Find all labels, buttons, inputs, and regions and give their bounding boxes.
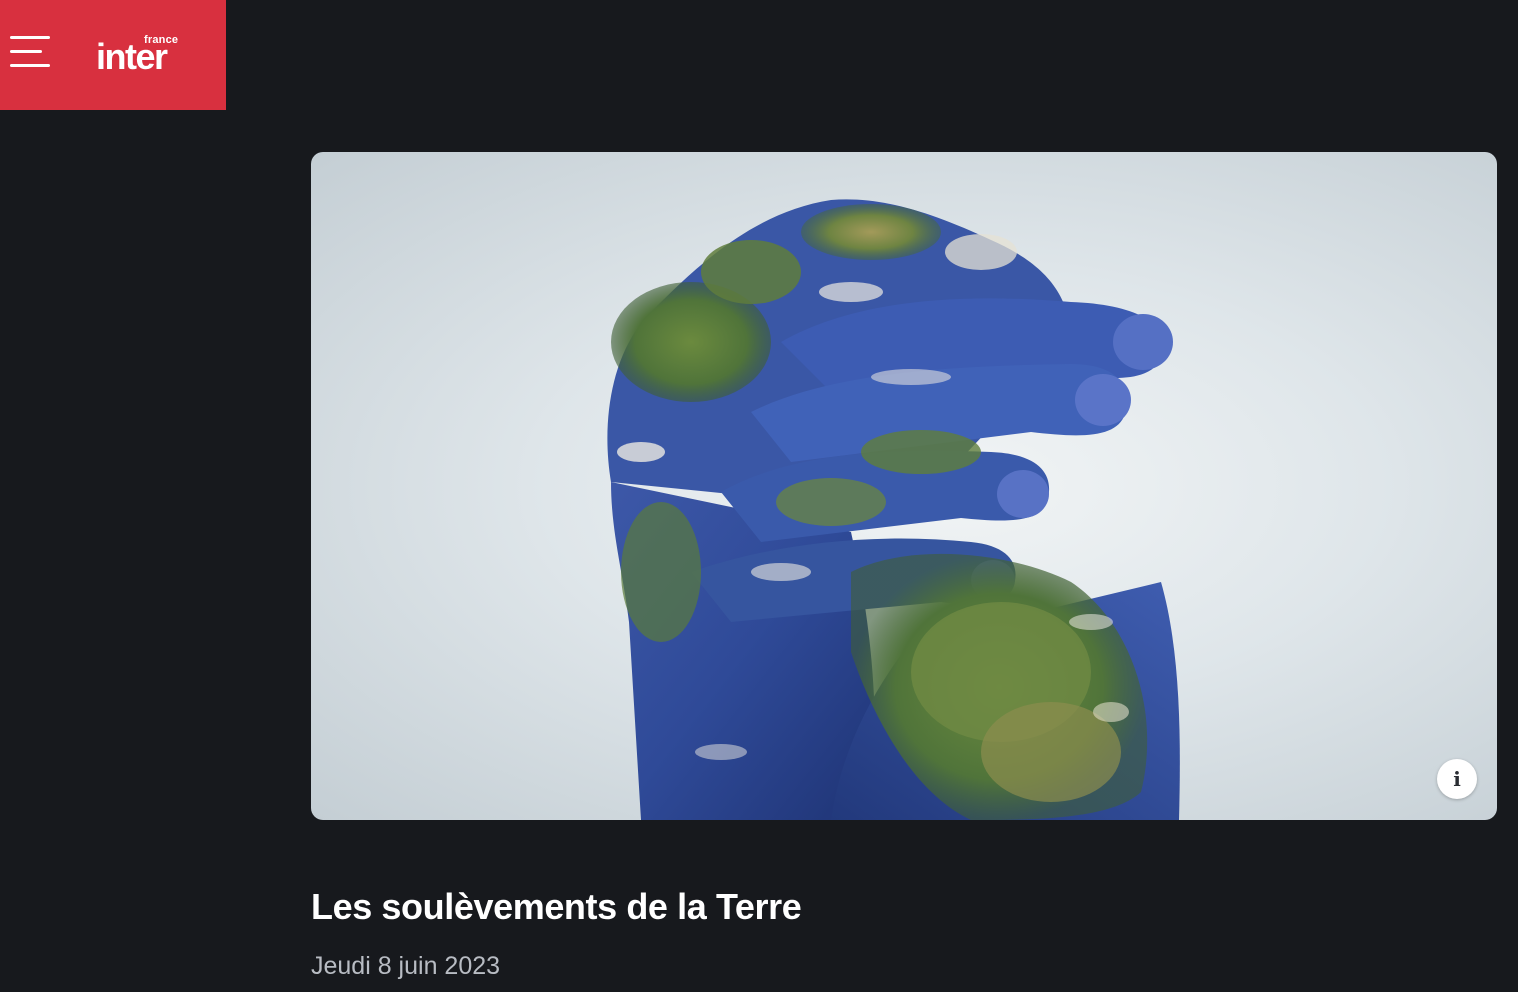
info-icon[interactable]: i xyxy=(1437,759,1477,799)
menu-bar xyxy=(10,50,42,53)
menu-bar xyxy=(10,36,50,39)
logo-main-text: inter xyxy=(96,36,168,77)
brand-block: france inter xyxy=(0,0,226,110)
earth-hands-illustration xyxy=(607,199,1180,820)
article-title: Les soulèvements de la Terre xyxy=(311,886,802,927)
menu-bar xyxy=(10,64,50,67)
article-date: Jeudi 8 juin 2023 xyxy=(311,952,501,980)
hamburger-menu-icon[interactable] xyxy=(10,36,50,72)
info-glyph: i xyxy=(1453,767,1461,791)
hero-image: i xyxy=(311,152,1497,820)
france-inter-logo[interactable]: france inter xyxy=(96,34,192,78)
